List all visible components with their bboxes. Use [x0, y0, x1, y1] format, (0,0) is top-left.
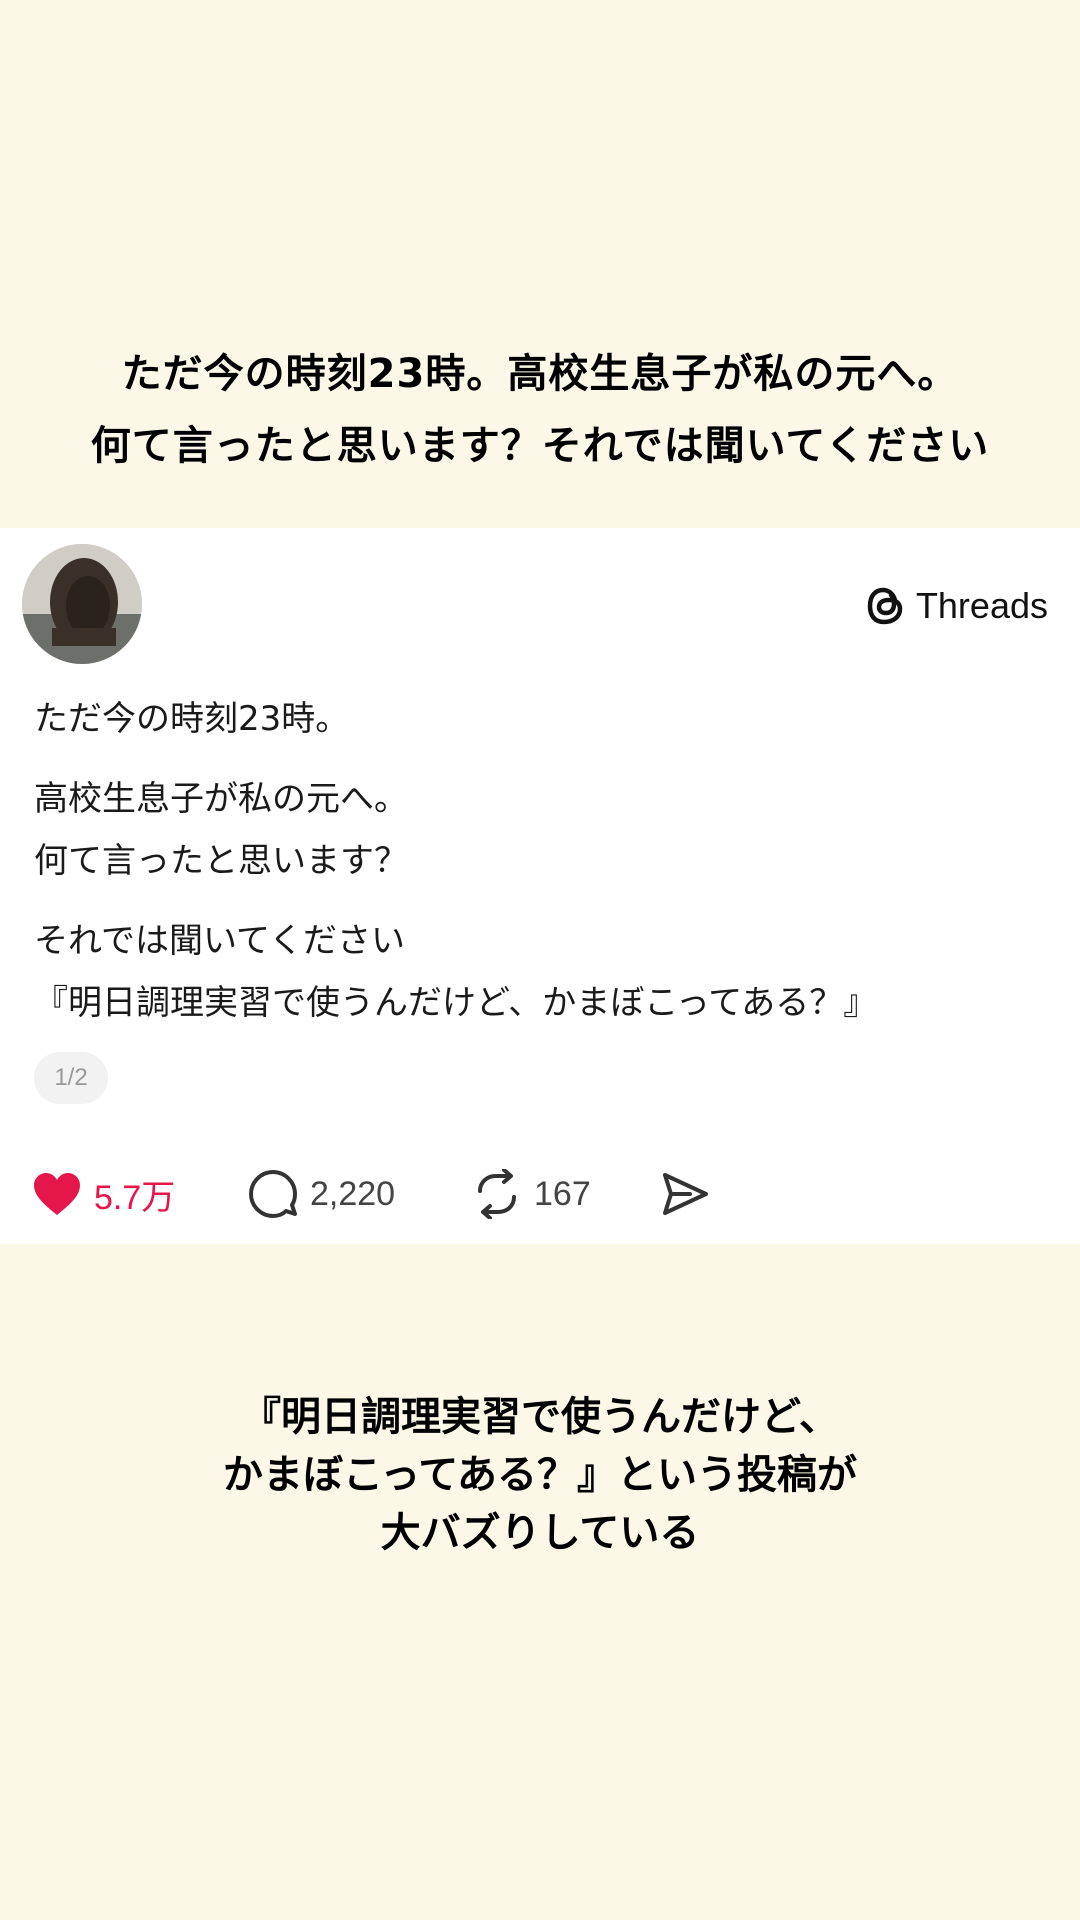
threads-brand-label: Threads — [915, 585, 1048, 626]
headline-line-1: ただ今の時刻23時。高校生息子が私の元へ。 — [121, 351, 959, 397]
heart-icon — [34, 1173, 80, 1215]
repost-button[interactable]: 167 — [472, 1164, 591, 1224]
avatar-image — [22, 544, 142, 664]
caption-line-3: 大バズりしている — [380, 1510, 700, 1556]
post-paragraph-1: ただ今の時刻23時。 — [34, 699, 350, 739]
post-paragraph-3: 何て言ったと思います？ — [34, 841, 408, 881]
page-indicator[interactable]: 1/2 — [34, 1052, 108, 1104]
top-headline: ただ今の時刻23時。高校生息子が私の元へ。 何て言ったと思います？それでは聞いて… — [0, 338, 1080, 482]
reply-button[interactable]: 2,220 — [248, 1164, 395, 1224]
caption-line-2: かまぼこってある？』という投稿が — [223, 1452, 857, 1498]
avatar[interactable] — [22, 544, 142, 664]
headline-line-2: 何て言ったと思います？それでは聞いてください — [90, 423, 990, 469]
threads-icon — [867, 587, 903, 625]
post-paragraph-5: 『明日調理実習で使うんだけど、かまぼこってある？』 — [34, 983, 878, 1023]
caption-line-1: 『明日調理実習で使うんだけど、 — [241, 1394, 839, 1440]
comment-icon — [249, 1170, 297, 1218]
like-count: 5.7万 — [94, 1178, 176, 1217]
threads-logo[interactable]: Threads — [866, 582, 1048, 630]
reply-count: 2,220 — [310, 1174, 396, 1213]
post-paragraph-4: それでは聞いてください — [34, 921, 405, 961]
page: { "headline": { "line1": "ただ今の時刻23時。高校生息… — [0, 0, 1080, 1920]
threads-post-card: Threads ただ今の時刻23時。 高校生息子が私の元へ。 何て言ったと思いま… — [0, 528, 1080, 1244]
post-body: ただ今の時刻23時。 高校生息子が私の元へ。 何て言ったと思います？ それでは聞… — [34, 688, 1044, 1034]
send-icon — [663, 1173, 708, 1215]
repost-icon — [478, 1169, 516, 1219]
share-button[interactable] — [660, 1164, 710, 1224]
bottom-caption: 『明日調理実習で使うんだけど、 かまぼこってある？』という投稿が 大バズりしてい… — [0, 1388, 1080, 1562]
post-paragraph-2: 高校生息子が私の元へ。 — [34, 779, 408, 819]
repost-count: 167 — [534, 1174, 591, 1213]
like-button[interactable]: 5.7万 — [32, 1164, 175, 1224]
action-bar: 5.7万 2,220 167 — [32, 1164, 932, 1224]
